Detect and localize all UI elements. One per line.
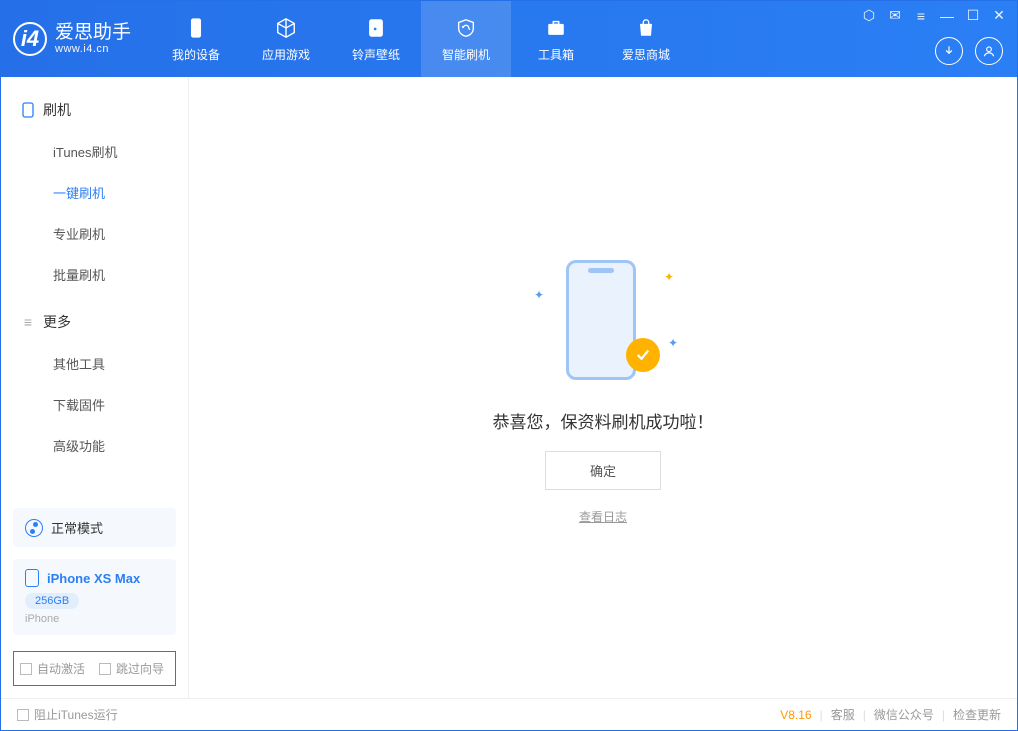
main-nav: 我的设备 应用游戏 铃声壁纸 智能刷机 工具箱 爱思商城 [151, 1, 691, 77]
options-row: 自动激活 跳过向导 [13, 651, 176, 686]
checkbox-label: 阻止iTunes运行 [34, 706, 118, 723]
window-controls: ⬡ ✉ ≡ — ☐ ✕ [861, 7, 1007, 24]
device-name: iPhone XS Max [47, 571, 140, 586]
device-icon [21, 103, 35, 117]
sidebar-item-itunes-flash[interactable]: iTunes刷机 [21, 131, 168, 172]
nav-store[interactable]: 爱思商城 [601, 1, 691, 77]
ok-button[interactable]: 确定 [545, 451, 661, 490]
checkbox-block-itunes[interactable]: 阻止iTunes运行 [17, 706, 118, 723]
checkbox-icon [17, 709, 29, 721]
nav-toolbox[interactable]: 工具箱 [511, 1, 601, 77]
nav-label: 铃声壁纸 [352, 46, 400, 63]
separator: | [942, 708, 945, 722]
nav-label: 应用游戏 [262, 46, 310, 63]
minimize-button[interactable]: — [939, 8, 955, 24]
nav-smart-flash[interactable]: 智能刷机 [421, 1, 511, 77]
titlebar: i4 爱思助手 www.i4.cn 我的设备 应用游戏 铃声壁纸 智能刷机 [1, 1, 1017, 77]
nav-label: 爱思商城 [622, 46, 670, 63]
phone-icon [184, 16, 208, 40]
mode-icon [25, 519, 43, 537]
mode-label: 正常模式 [51, 518, 103, 537]
wechat-link[interactable]: 微信公众号 [874, 706, 934, 723]
checkmark-badge-icon [626, 338, 660, 372]
checkbox-label: 自动激活 [37, 660, 85, 677]
refresh-shield-icon [454, 16, 478, 40]
sidebar-item-other-tools[interactable]: 其他工具 [21, 343, 168, 384]
checkbox-icon [20, 663, 32, 675]
menu-icon[interactable]: ≡ [913, 8, 929, 24]
close-button[interactable]: ✕ [991, 7, 1007, 24]
device-phone-icon [25, 569, 39, 587]
feedback-icon[interactable]: ✉ [887, 7, 903, 24]
sidebar-item-download-firmware[interactable]: 下载固件 [21, 384, 168, 425]
toolbox-icon [544, 16, 568, 40]
separator: | [820, 708, 823, 722]
check-update-link[interactable]: 检查更新 [953, 706, 1001, 723]
sidebar: 刷机 iTunes刷机 一键刷机 专业刷机 批量刷机 ≡ 更多 其他工具 下载固… [1, 77, 189, 698]
checkbox-auto-activate[interactable]: 自动激活 [20, 660, 85, 677]
app-logo: i4 爱思助手 www.i4.cn [13, 22, 131, 56]
success-message: 恭喜您，保资料刷机成功啦！ [493, 408, 714, 433]
sidebar-item-onekey-flash[interactable]: 一键刷机 [21, 172, 168, 213]
nav-ringtone-wallpaper[interactable]: 铃声壁纸 [331, 1, 421, 77]
device-type: iPhone [25, 613, 164, 625]
section-title: 刷机 [43, 100, 71, 120]
view-log-link[interactable]: 查看日志 [579, 508, 627, 525]
sparkle-icon: ✦ [668, 336, 678, 350]
separator: | [863, 708, 866, 722]
checkbox-skip-guide[interactable]: 跳过向导 [99, 660, 164, 677]
sidebar-section-more: ≡ 更多 [21, 307, 168, 337]
sparkle-icon: ✦ [664, 270, 674, 284]
version-label: V8.16 [780, 708, 811, 722]
shirt-icon[interactable]: ⬡ [861, 7, 877, 24]
sidebar-item-advanced[interactable]: 高级功能 [21, 425, 168, 466]
sidebar-item-pro-flash[interactable]: 专业刷机 [21, 213, 168, 254]
mode-card[interactable]: 正常模式 [13, 508, 176, 547]
success-illustration: ✦ ✦ ✦ [528, 250, 678, 390]
download-button[interactable] [935, 37, 963, 65]
app-subtitle: www.i4.cn [55, 43, 131, 55]
nav-label: 智能刷机 [442, 46, 490, 63]
logo-icon: i4 [13, 22, 47, 56]
section-title: 更多 [43, 312, 71, 332]
checkbox-icon [99, 663, 111, 675]
cube-icon [274, 16, 298, 40]
app-window: i4 爱思助手 www.i4.cn 我的设备 应用游戏 铃声壁纸 智能刷机 [0, 0, 1018, 731]
app-title: 爱思助手 [55, 23, 131, 44]
nav-label: 我的设备 [172, 46, 220, 63]
nav-apps-games[interactable]: 应用游戏 [241, 1, 331, 77]
checkbox-label: 跳过向导 [116, 660, 164, 677]
device-card[interactable]: iPhone XS Max 256GB iPhone [13, 559, 176, 635]
app-body: 刷机 iTunes刷机 一键刷机 专业刷机 批量刷机 ≡ 更多 其他工具 下载固… [1, 77, 1017, 698]
sidebar-item-batch-flash[interactable]: 批量刷机 [21, 254, 168, 295]
nav-label: 工具箱 [538, 46, 574, 63]
phone-graphic [566, 260, 636, 380]
sidebar-section-flash: 刷机 [21, 95, 168, 125]
nav-my-device[interactable]: 我的设备 [151, 1, 241, 77]
bag-icon [634, 16, 658, 40]
sparkle-icon: ✦ [534, 288, 544, 302]
main-content: ✦ ✦ ✦ 恭喜您，保资料刷机成功啦！ 确定 查看日志 [189, 77, 1017, 698]
maximize-button[interactable]: ☐ [965, 7, 981, 24]
footer: 阻止iTunes运行 V8.16 | 客服 | 微信公众号 | 检查更新 [1, 698, 1017, 730]
header-actions [935, 37, 1003, 65]
list-icon: ≡ [21, 315, 35, 329]
device-storage: 256GB [25, 593, 79, 609]
support-link[interactable]: 客服 [831, 706, 855, 723]
user-button[interactable] [975, 37, 1003, 65]
music-file-icon [364, 16, 388, 40]
